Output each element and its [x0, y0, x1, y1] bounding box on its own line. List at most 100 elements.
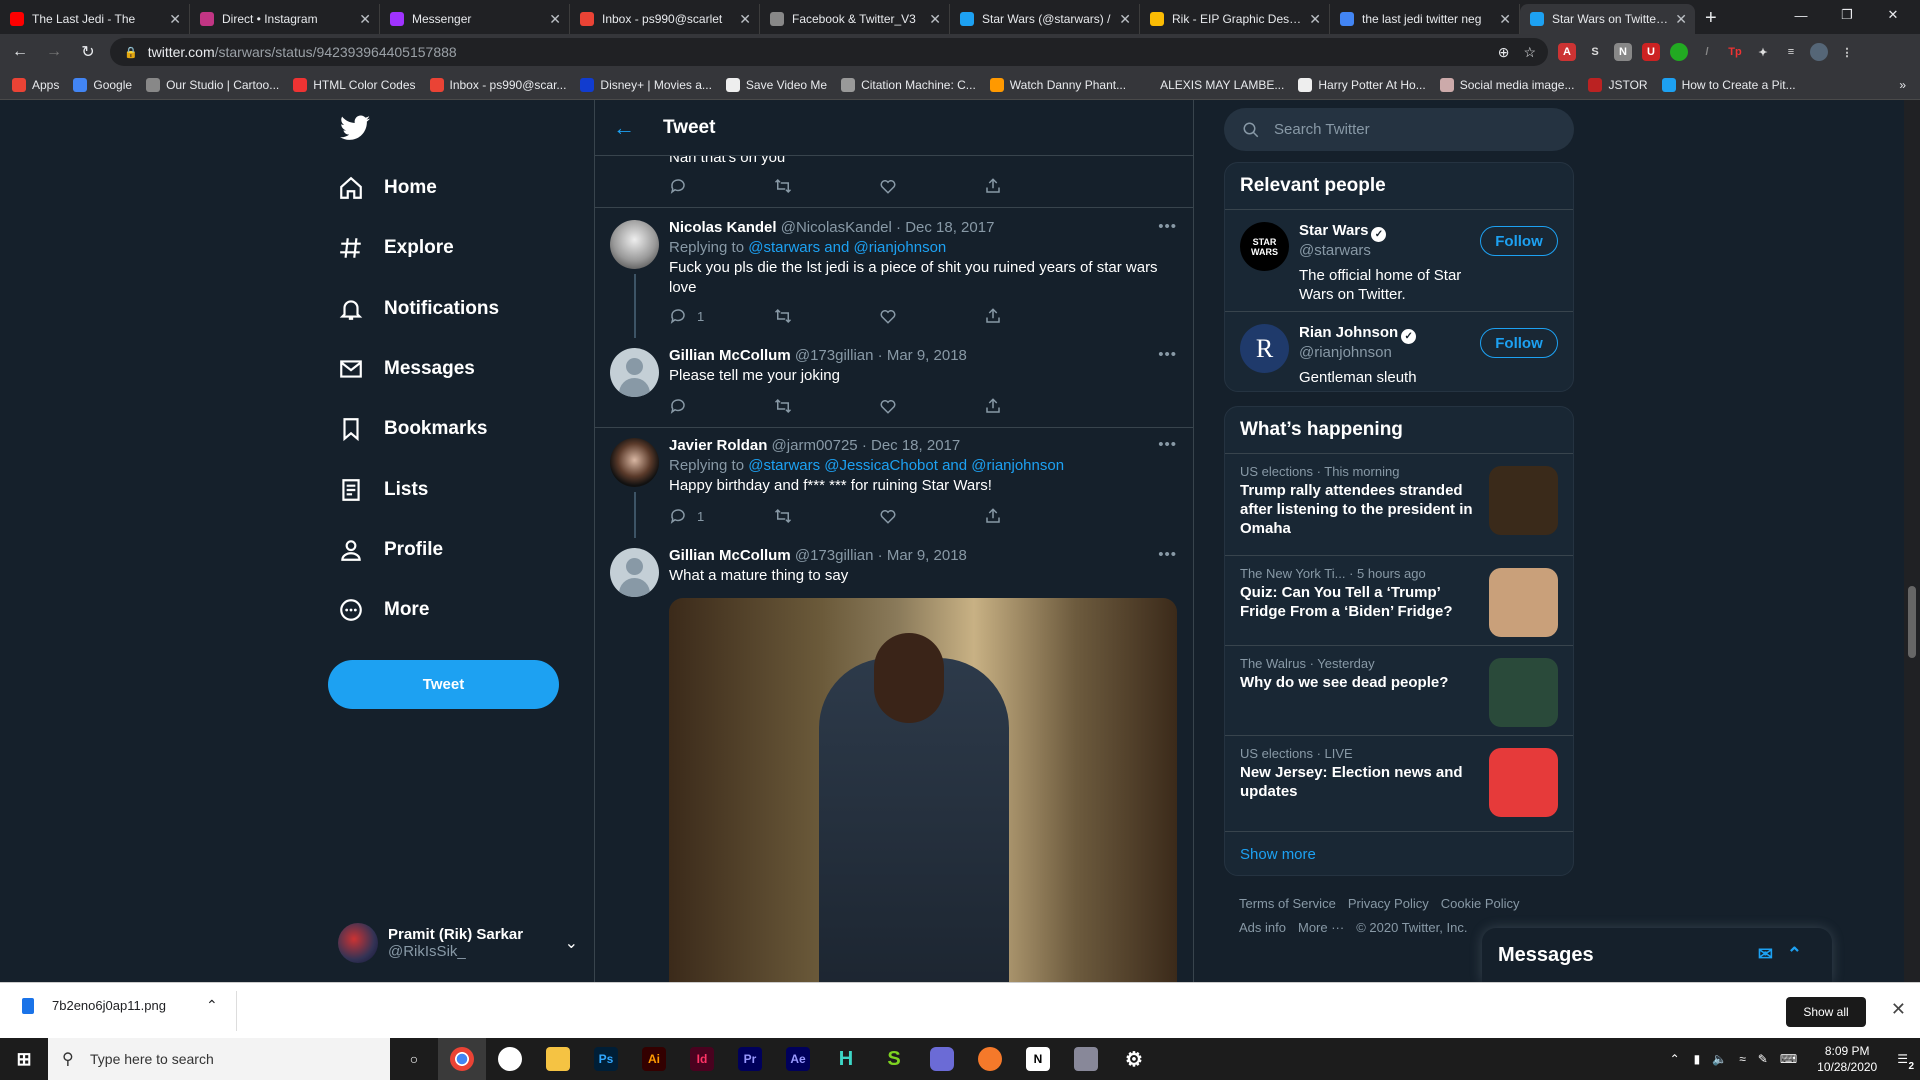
nav-item-notifications[interactable]: Notifications	[338, 285, 499, 333]
scrollbar-thumb[interactable]	[1908, 586, 1916, 658]
volume-icon[interactable]: 🔈	[1712, 1052, 1727, 1066]
reply-icon[interactable]: 1	[669, 306, 774, 326]
bookmark-item[interactable]: Google	[73, 77, 132, 92]
steam-app-icon[interactable]	[1062, 1038, 1110, 1080]
tab-close-icon[interactable]: ✕	[359, 11, 371, 28]
chrome-icon[interactable]	[438, 1038, 486, 1080]
like-icon[interactable]	[879, 176, 984, 196]
tweet-gif-media[interactable]	[669, 598, 1177, 982]
bookmark-item[interactable]: HTML Color Codes	[293, 77, 416, 92]
tab-close-icon[interactable]: ✕	[169, 11, 181, 28]
file-explorer-icon[interactable]	[534, 1038, 582, 1080]
tab-close-icon[interactable]: ✕	[1499, 11, 1511, 28]
close-window-button[interactable]: ✕	[1870, 0, 1916, 30]
show-all-button[interactable]: Show all	[1786, 997, 1866, 1027]
page-scrollbar[interactable]	[1904, 100, 1920, 982]
person-name[interactable]: Rian Johnson	[1299, 324, 1398, 341]
tab-close-icon[interactable]: ✕	[1309, 11, 1321, 28]
retweet-icon[interactable]	[774, 396, 879, 416]
follow-button[interactable]: Follow	[1480, 328, 1558, 358]
like-icon[interactable]	[879, 396, 984, 416]
wifi-icon[interactable]: ≈	[1739, 1052, 1746, 1066]
s-app-icon[interactable]: S	[870, 1038, 918, 1080]
footer-link[interactable]: Privacy Policy	[1348, 896, 1429, 911]
share-icon[interactable]	[984, 396, 1089, 416]
add-icon[interactable]: ⊕	[1498, 44, 1510, 61]
keyboard-icon[interactable]: ⌨	[1780, 1052, 1797, 1066]
tweet-handle[interactable]: @jarm00725	[772, 437, 858, 454]
clock[interactable]: 8:09 PM 10/28/2020	[1817, 1043, 1877, 1075]
tab-close-icon[interactable]: ✕	[549, 11, 561, 28]
footer-link[interactable]: Ads info	[1239, 920, 1286, 935]
tweet-handle[interactable]: @173gillian	[795, 347, 874, 364]
nav-item-explore[interactable]: Explore	[338, 224, 454, 272]
penguin-app-icon[interactable]	[486, 1038, 534, 1080]
chevron-up-icon[interactable]: ⌃	[206, 997, 218, 1014]
like-icon[interactable]	[879, 306, 984, 326]
tab-close-icon[interactable]: ✕	[1675, 11, 1687, 28]
address-bar[interactable]: 🔒 twitter.com/starwars/status/9423939644…	[110, 38, 1548, 66]
illustrator-icon[interactable]: Ai	[630, 1038, 678, 1080]
account-switcher[interactable]: Pramit (Rik) Sarkar @RikIsSik_ ⌄	[338, 920, 578, 966]
adblock-icon[interactable]: A	[1558, 43, 1576, 61]
bookmark-item[interactable]: Social media image...	[1439, 77, 1574, 92]
bookmark-item[interactable]: Disney+ | Movies a...	[580, 77, 712, 92]
blender-app-icon[interactable]	[966, 1038, 1014, 1080]
tweet-handle[interactable]: @NicolasKandel	[781, 219, 892, 236]
tab-close-icon[interactable]: ✕	[739, 11, 751, 28]
twitter-logo-icon[interactable]	[340, 115, 370, 141]
nav-item-more[interactable]: More	[338, 586, 429, 634]
tweet-author-name[interactable]: Gillian McCollum	[669, 347, 791, 364]
browser-tab[interactable]: Messenger ✕	[380, 4, 570, 34]
trend-item[interactable]: The New York Ti... · 5 hours ago Quiz: Ca…	[1225, 556, 1573, 646]
replying-to-links[interactable]: @starwars and @rianjohnson	[748, 239, 946, 256]
messages-drawer[interactable]: Messages ✉⌃	[1482, 928, 1832, 982]
footer-link[interactable]: More ···	[1298, 920, 1344, 935]
tweet-author-name[interactable]: Javier Roldan	[669, 437, 767, 454]
tweet-author-name[interactable]: Gillian McCollum	[669, 547, 791, 564]
premiere-icon[interactable]: Pr	[726, 1038, 774, 1080]
profile-avatar-icon[interactable]	[1810, 43, 1828, 61]
browser-tab[interactable]: Star Wars on Twitter: "Y ✕	[1520, 4, 1695, 34]
bookmark-item[interactable]: Harry Potter At Ho...	[1298, 77, 1426, 92]
share-icon[interactable]	[984, 506, 1089, 526]
close-icon[interactable]: ✕	[1891, 999, 1906, 1020]
taskbar-search-input[interactable]: ⚲ Type here to search	[48, 1038, 390, 1080]
share-icon[interactable]	[984, 306, 1089, 326]
n-extension-icon[interactable]: N	[1614, 43, 1632, 61]
back-icon[interactable]: ←	[6, 43, 34, 61]
back-arrow-icon[interactable]: ←	[613, 115, 663, 141]
star-icon[interactable]: ☆	[1523, 44, 1536, 61]
tab-close-icon[interactable]: ✕	[929, 11, 941, 28]
person-name[interactable]: Star Wars	[1299, 222, 1368, 239]
new-tab-button[interactable]: +	[1695, 7, 1727, 34]
bookmark-item[interactable]: Inbox - ps990@scar...	[429, 77, 566, 92]
reply-icon[interactable]	[669, 396, 774, 416]
pen-icon[interactable]: ✎	[1758, 1052, 1768, 1066]
tab-close-icon[interactable]: ✕	[1119, 11, 1131, 28]
nav-item-lists[interactable]: Lists	[338, 466, 428, 514]
share-icon[interactable]	[984, 176, 1089, 196]
download-item[interactable]: 7b2eno6j0ap11.png ⌃	[14, 997, 218, 1014]
nav-item-profile[interactable]: Profile	[338, 526, 443, 574]
retweet-icon[interactable]	[774, 306, 879, 326]
pen-extension-icon[interactable]: /	[1698, 43, 1716, 61]
bookmark-item[interactable]: Apps	[12, 77, 59, 92]
reply-icon[interactable]: 1	[669, 506, 774, 526]
browser-tab[interactable]: Star Wars (@starwars) / ✕	[950, 4, 1140, 34]
puzzle-icon[interactable]: ✦	[1754, 43, 1772, 61]
bookmark-item[interactable]: JSTOR	[1588, 77, 1648, 92]
reply-icon[interactable]	[669, 176, 774, 196]
search-input[interactable]: Search Twitter	[1224, 108, 1574, 151]
bookmark-item[interactable]: How to Create a Pit...	[1661, 77, 1796, 92]
footer-link[interactable]: Terms of Service	[1239, 896, 1336, 911]
bookmark-item[interactable]: Watch Danny Phant...	[989, 77, 1126, 92]
photoshop-icon[interactable]: Ps	[582, 1038, 630, 1080]
browser-tab[interactable]: The Last Jedi - The ✕	[0, 4, 190, 34]
menu-dots-icon[interactable]: ⋮	[1838, 43, 1856, 61]
tweet-date[interactable]: Mar 9, 2018	[887, 347, 967, 364]
footer-link[interactable]: Cookie Policy	[1441, 896, 1520, 911]
forward-icon[interactable]: →	[40, 43, 68, 61]
cortana-icon[interactable]: ○	[390, 1038, 438, 1080]
controller-app-icon[interactable]	[918, 1038, 966, 1080]
